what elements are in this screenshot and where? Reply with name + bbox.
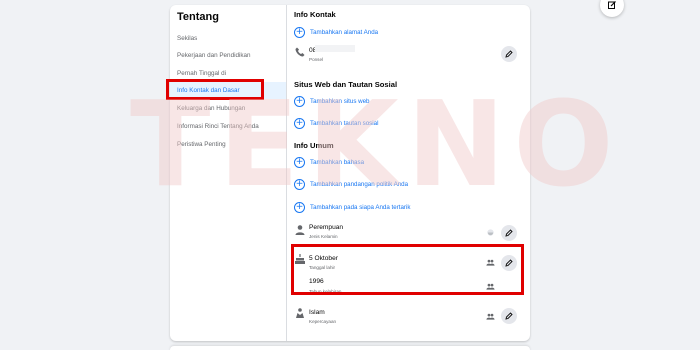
plus-circle-icon: + [294,117,305,129]
edit-profile-button[interactable] [600,0,624,17]
globe-icon[interactable] [486,228,495,237]
birthyear-value: 1996 [309,278,324,285]
edit-phone-button[interactable] [501,46,517,62]
friends-icon[interactable] [486,258,495,267]
gender-value: Perempuan [309,224,344,231]
add-website-label: Tambahkan situs web [310,97,370,105]
edit-birthdate-button[interactable] [501,255,517,271]
edit-religion-button[interactable] [501,308,517,324]
add-language-link[interactable]: + Tambahkan bahasa [294,156,364,168]
sidebar-item-life-events[interactable]: Peristiwa Penting [170,136,286,153]
birthyear-label: Tahun kelahiran [309,289,342,294]
cake-icon [295,254,305,264]
add-website-link[interactable]: + Tambahkan situs web [294,95,370,107]
add-politics-label: Tambahkan pandangan politik Anda [310,180,409,188]
add-language-label: Tambahkan bahasa [310,158,365,166]
birthdate-value: 5 Oktober [309,255,338,262]
add-address-label: Tambahkan alamat Anda [310,28,379,36]
edit-icon [608,1,616,9]
about-content: Info Kontak + Tambahkan alamat Anda 081 … [294,5,530,341]
religion-label: Kepercayaan [309,319,337,324]
add-social-link[interactable]: + Tambahkan tautan sosial [294,117,378,129]
pencil-icon [505,259,513,267]
sidebar-item-contact-basic-info[interactable]: Info Kontak dan Dasar [170,82,286,99]
next-card-edge [170,346,530,350]
about-sidebar: Tentang Sekilas Pekerjaan dan Pendidikan… [170,5,287,341]
sidebar-item-work-education[interactable]: Pekerjaan dan Pendidikan [170,47,286,64]
phone-icon [295,47,305,57]
add-social-label: Tambahkan tautan sosial [310,119,379,127]
edit-gender-button[interactable] [501,225,517,241]
sidebar-item-places-lived[interactable]: Pernah Tinggal di [170,65,286,82]
add-interested-in-label: Tambahkan pada siapa Anda tertarik [310,203,411,211]
section-title-websites: Situs Web dan Tautan Sosial [294,80,398,89]
pencil-icon [505,229,513,237]
gender-label: Jenis Kelamin [309,234,338,239]
sidebar-item-details-about-you[interactable]: Informasi Rinci Tentang Anda [170,118,286,135]
plus-circle-icon: + [294,201,305,213]
hands-icon [296,308,304,318]
birthdate-label: Tanggal lahir [309,265,336,270]
about-card: Tentang Sekilas Pekerjaan dan Pendidikan… [170,5,530,341]
section-title-contact: Info Kontak [294,10,336,19]
pencil-icon [505,50,513,58]
sidebar-item-overview[interactable]: Sekilas [170,30,286,47]
plus-circle-icon: + [294,178,305,190]
add-address-link[interactable]: + Tambahkan alamat Anda [294,26,378,38]
plus-circle-icon: + [294,26,305,38]
add-politics-link[interactable]: + Tambahkan pandangan politik Anda [294,178,408,190]
plus-circle-icon: + [294,156,305,168]
plus-circle-icon: + [294,95,305,107]
friends-icon[interactable] [486,282,495,291]
friends-icon[interactable] [486,312,495,321]
religion-value: Islam [309,309,325,316]
person-icon [295,225,305,235]
sidebar-item-family-relationships[interactable]: Keluarga dan Hubungan [170,100,286,117]
pencil-icon [505,312,513,320]
section-title-general: Info Umum [294,141,334,150]
redacted-phone-digits [315,45,355,52]
phone-type: Ponsel [309,57,324,62]
add-interested-in-link[interactable]: + Tambahkan pada siapa Anda tertarik [294,201,410,213]
sidebar-title: Tentang [177,11,219,23]
